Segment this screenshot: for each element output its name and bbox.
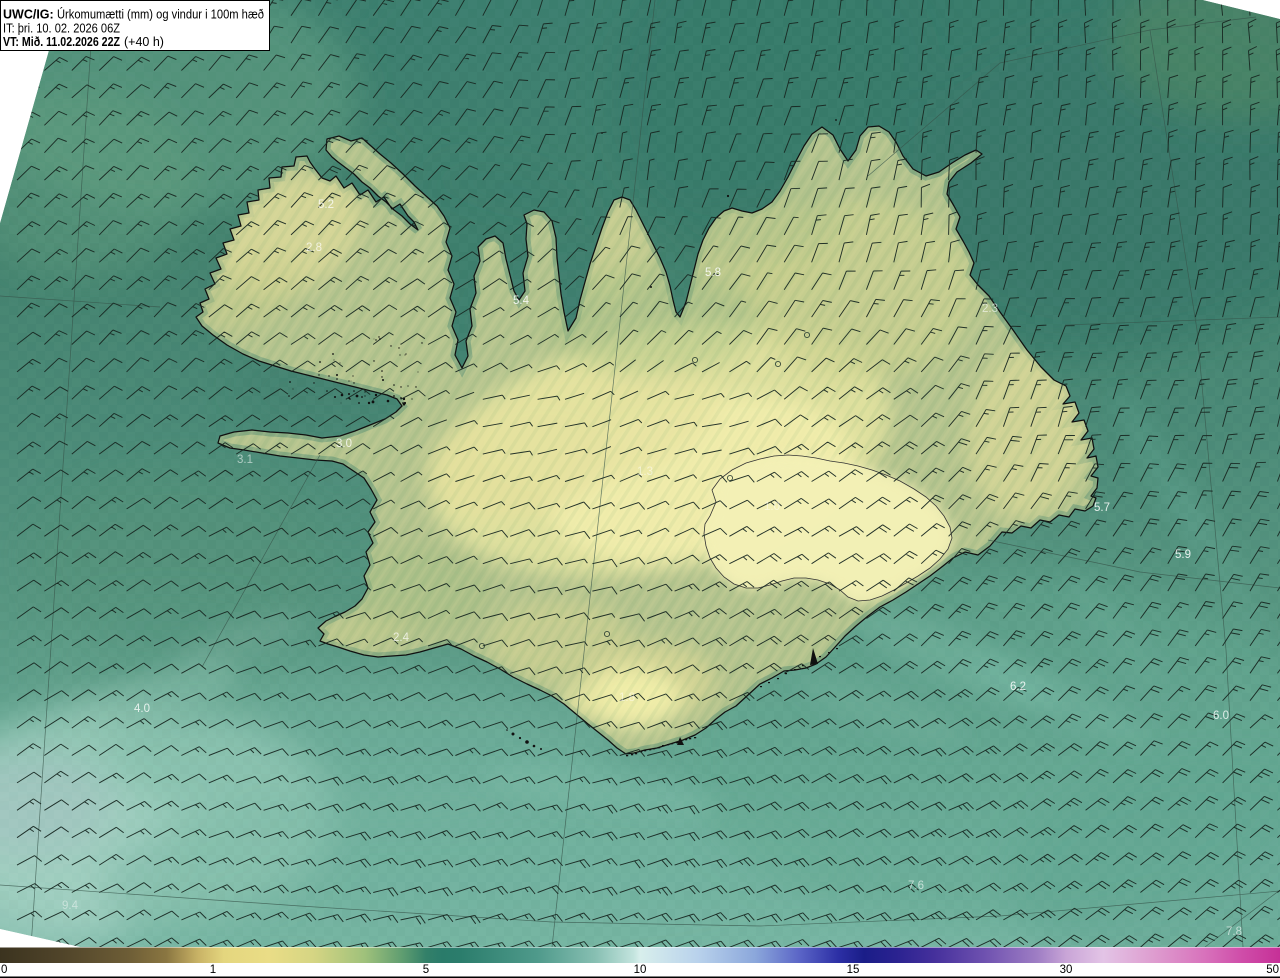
svg-text:5.8: 5.8	[705, 267, 721, 279]
svg-text:2.8: 2.8	[306, 242, 322, 254]
svg-text:0: 0	[1, 964, 7, 976]
svg-text:7.8: 7.8	[1226, 926, 1242, 938]
svg-text:5.9: 5.9	[1175, 549, 1191, 561]
svg-text:1.3: 1.3	[637, 466, 653, 478]
svg-text:2.3: 2.3	[982, 303, 998, 315]
svg-text:2.4: 2.4	[393, 632, 410, 644]
svg-text:1: 1	[210, 964, 216, 976]
svg-text:6.0: 6.0	[1213, 710, 1229, 722]
svg-text:15: 15	[847, 964, 860, 976]
svg-text:6.2: 6.2	[1010, 681, 1026, 693]
svg-text:Úrkomumætti (mm) og vindur i 1: Úrkomumætti (mm) og vindur i 100m hæð	[57, 7, 264, 22]
svg-text:50: 50	[1266, 964, 1279, 976]
svg-text:IT: þri. 10. 02. 2026 06Z: IT: þri. 10. 02. 2026 06Z	[3, 22, 120, 36]
svg-text:30: 30	[1060, 964, 1073, 976]
svg-text:5: 5	[423, 964, 429, 976]
svg-text:1.0: 1.0	[764, 501, 780, 513]
svg-text:9.4: 9.4	[62, 900, 79, 912]
svg-text:4.0: 4.0	[134, 703, 150, 715]
svg-text:(+40 h): (+40 h)	[124, 35, 164, 49]
svg-text:1.8: 1.8	[619, 692, 635, 704]
svg-text:UWC/IG:: UWC/IG:	[3, 8, 54, 22]
svg-text:7.6: 7.6	[908, 880, 924, 892]
svg-text:3.0: 3.0	[336, 438, 352, 450]
svg-text:10: 10	[634, 964, 647, 976]
svg-text:3.1: 3.1	[237, 454, 253, 466]
svg-text:VT: Mið. 11.02.2026 22Z: VT: Mið. 11.02.2026 22Z	[3, 35, 120, 49]
svg-text:5.4: 5.4	[513, 295, 530, 307]
svg-text:5.2: 5.2	[318, 199, 334, 211]
svg-text:5.7: 5.7	[1094, 502, 1110, 514]
